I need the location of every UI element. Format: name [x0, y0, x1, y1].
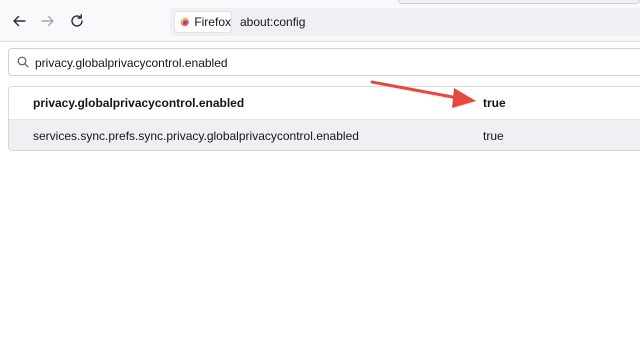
- tab-strip-edge: [398, 0, 640, 4]
- reload-icon: [71, 14, 83, 27]
- back-button[interactable]: [8, 10, 30, 32]
- pref-value[interactable]: true: [483, 96, 506, 110]
- search-input[interactable]: privacy.globalprivacycontrol.enabled: [8, 48, 640, 76]
- pref-row[interactable]: services.sync.prefs.sync.privacy.globalp…: [9, 119, 640, 150]
- identity-label: Firefox: [194, 15, 231, 29]
- forward-arrow-icon: [41, 15, 54, 27]
- url-text[interactable]: about:config: [240, 15, 305, 29]
- url-bar[interactable]: Firefox about:config: [170, 8, 640, 36]
- reload-button[interactable]: [66, 10, 88, 32]
- pref-name: services.sync.prefs.sync.privacy.globalp…: [33, 129, 359, 143]
- search-icon: [17, 56, 29, 68]
- search-value: privacy.globalprivacycontrol.enabled: [35, 56, 228, 70]
- preferences-table: privacy.globalprivacycontrol.enabled tru…: [8, 86, 640, 151]
- pref-value[interactable]: true: [483, 129, 504, 143]
- firefox-logo-icon: [180, 17, 189, 27]
- annotation-arrow: [370, 80, 476, 108]
- back-arrow-icon: [13, 15, 26, 27]
- identity-box[interactable]: Firefox: [174, 11, 232, 33]
- forward-button[interactable]: [37, 10, 59, 32]
- pref-row[interactable]: privacy.globalprivacycontrol.enabled tru…: [9, 87, 640, 119]
- pref-name: privacy.globalprivacycontrol.enabled: [33, 96, 245, 110]
- navigation-toolbar: Firefox about:config: [0, 0, 640, 42]
